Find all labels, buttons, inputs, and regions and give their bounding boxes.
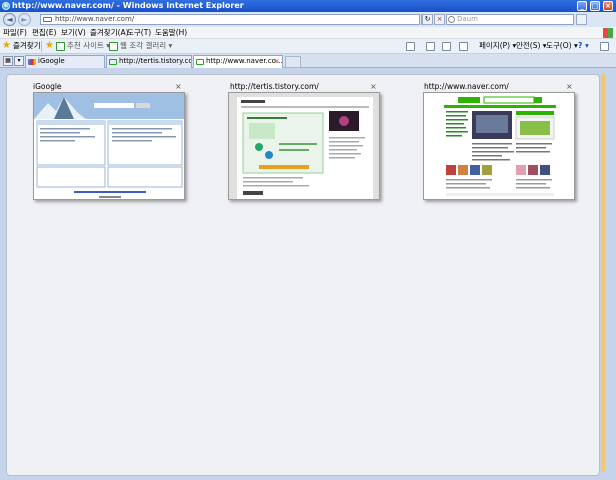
tab-bar: ▦ ▾ iGoogle http://tertis.tistory.com/ h…	[0, 54, 616, 68]
thumbnail-title: iGoogle	[33, 82, 62, 91]
page-menu[interactable]: 페이지(P) ▾	[479, 41, 516, 51]
quick-tabs-icon[interactable]: ▦	[3, 56, 13, 66]
tab-list-icon[interactable]: ▾	[14, 56, 24, 66]
menu-edit[interactable]: 편집(E)	[32, 28, 56, 38]
tab-naver[interactable]: http://www.naver.co... ×	[193, 55, 283, 68]
back-button[interactable]: ◄	[3, 13, 16, 26]
new-tab-button[interactable]	[285, 56, 301, 68]
quick-tabs-view: iGoogle × http://tertis.tistory.com/ × h…	[0, 68, 616, 480]
tab-label: iGoogle	[38, 57, 65, 65]
close-tab-icon[interactable]: ×	[274, 56, 280, 67]
web-slice-gallery-link[interactable]: 웹 조각 갤러리 ▾	[120, 41, 172, 51]
maximize-button[interactable]: □	[590, 1, 600, 11]
thumbnail-igoogle[interactable]	[33, 92, 185, 200]
feeds-icon[interactable]	[426, 42, 435, 51]
menu-view[interactable]: 보기(V)	[61, 28, 86, 38]
scrollbar[interactable]	[601, 74, 605, 472]
menu-bar: 파일(F) 편집(E) 보기(V) 즐겨찾기(A) 도구(T) 도움말(H)	[0, 27, 616, 39]
naver-preview	[424, 93, 574, 199]
thumbnail-close-icon[interactable]: ×	[370, 82, 377, 92]
refresh-button[interactable]: ↻	[422, 14, 433, 25]
search-button[interactable]	[576, 14, 587, 25]
thumbnail-close-icon[interactable]: ×	[175, 82, 182, 92]
minimize-button[interactable]: _	[577, 1, 587, 11]
thumbnail-tertis[interactable]	[228, 92, 380, 200]
igoogle-preview	[34, 93, 184, 198]
mail-icon[interactable]	[442, 42, 451, 51]
tab-igoogle[interactable]: iGoogle	[25, 55, 105, 68]
forward-button[interactable]: ►	[18, 13, 31, 26]
home-icon[interactable]	[406, 42, 415, 51]
thumbnail-naver[interactable]	[423, 92, 575, 200]
tab-tertis[interactable]: http://tertis.tistory.com/	[106, 55, 192, 68]
tab-label: http://tertis.tistory.com/	[119, 57, 192, 65]
tools-menu[interactable]: 도구(O) ▾	[546, 41, 578, 51]
favorites-button[interactable]: 즐겨찾기	[13, 41, 41, 51]
suggested-sites-icon	[56, 42, 65, 51]
search-icon	[448, 16, 455, 23]
tab-label: http://www.naver.co...	[206, 57, 283, 65]
print-icon[interactable]	[459, 42, 468, 51]
search-placeholder: Daum	[457, 15, 478, 23]
internet-explorer-icon: e	[2, 2, 10, 10]
favorites-bar: ★ 즐겨찾기 ★ 추천 사이트 ▾ 웹 조각 갤러리 ▾ 페이지(P) ▾ 안전…	[0, 39, 616, 54]
thumbnail-title: http://tertis.tistory.com/	[230, 82, 319, 91]
web-slice-icon	[109, 42, 118, 51]
suggested-sites-link[interactable]: 추천 사이트 ▾	[67, 41, 110, 51]
window-title: http://www.naver.com/ - Windows Internet…	[12, 1, 244, 10]
stop-button[interactable]: ×	[434, 14, 445, 25]
page-icon	[43, 17, 52, 22]
favorites-star-icon: ★	[2, 40, 11, 51]
menu-favorites[interactable]: 즐겨찾기(A)	[90, 28, 129, 38]
google-icon	[28, 59, 36, 65]
menu-tools[interactable]: 도구(T)	[127, 28, 151, 38]
thumbnail-title: http://www.naver.com/	[424, 82, 509, 91]
tistory-preview	[229, 93, 379, 199]
separator	[41, 41, 42, 52]
menu-help[interactable]: 도움말(H)	[155, 28, 187, 38]
add-favorite-icon[interactable]: ★	[45, 41, 54, 51]
research-icon[interactable]	[600, 42, 609, 51]
thumbnail-close-icon[interactable]: ×	[566, 82, 573, 92]
windows-logo-icon	[603, 28, 613, 38]
address-text: http://www.naver.com/	[55, 15, 135, 23]
address-input[interactable]: http://www.naver.com/	[40, 14, 420, 25]
search-input[interactable]: Daum	[446, 14, 574, 25]
menu-file[interactable]: 파일(F)	[3, 28, 27, 38]
help-menu[interactable]: ? ▾	[578, 41, 589, 51]
window-titlebar: e http://www.naver.com/ - Windows Intern…	[0, 0, 616, 12]
page-icon	[196, 59, 204, 65]
page-icon	[109, 59, 117, 65]
safety-menu[interactable]: 안전(S) ▾	[516, 41, 547, 51]
close-window-button[interactable]: ×	[603, 1, 613, 11]
address-bar-row: ◄ ► http://www.naver.com/ ▾ ↻ × Daum	[0, 12, 616, 27]
